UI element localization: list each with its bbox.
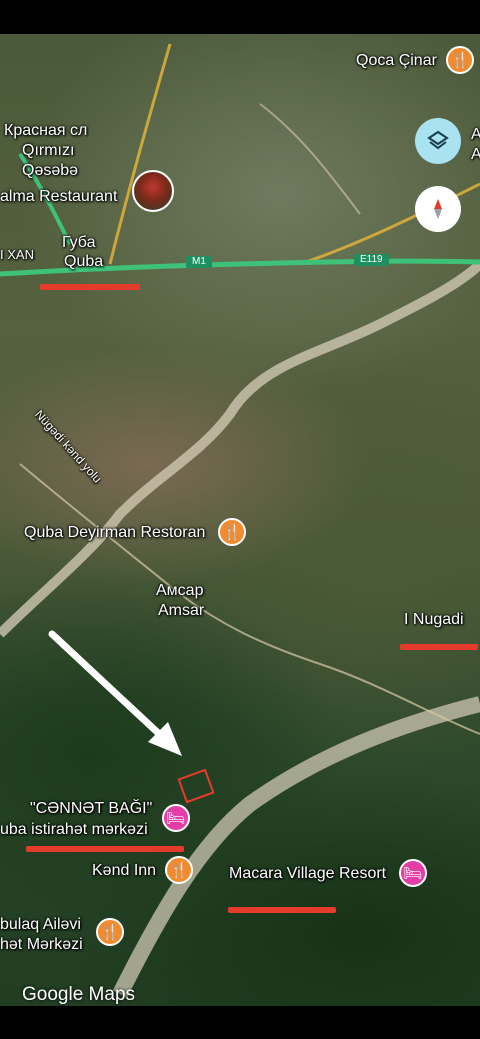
google-maps-logo: Google Maps — [22, 984, 136, 1005]
local-road — [19, 463, 480, 735]
target-plot — [177, 768, 215, 804]
place-label[interactable]: Qəsəbə — [22, 162, 78, 180]
white-arrow-icon — [48, 630, 182, 756]
compass-icon — [434, 199, 442, 219]
road-shield-m1: M1 — [186, 256, 212, 268]
poi-label[interactable]: "CƏNNƏT BAĞI" — [30, 800, 152, 818]
road-shield-e119: E119 — [354, 254, 389, 266]
bed-icon[interactable]: 🛏 — [399, 859, 427, 887]
fork-knife-icon[interactable]: 🍴 — [446, 46, 474, 74]
fork-knife-icon[interactable]: 🍴 — [96, 918, 124, 946]
local-road — [108, 43, 172, 265]
place-label: A — [471, 126, 480, 143]
red-underline — [26, 846, 184, 852]
place-label[interactable]: alma Restaurant — [0, 188, 117, 206]
screenshot-frame: M1 E119 Красная сл Qırmızı Qəsəbə alma R… — [0, 0, 480, 1039]
red-underline — [228, 907, 336, 913]
place-label[interactable]: Quba — [64, 253, 103, 271]
poi-label[interactable]: Quba Deyirman Restoran — [24, 524, 205, 542]
layers-icon — [427, 130, 449, 150]
red-underline — [40, 284, 140, 290]
place-label[interactable]: Губа — [62, 234, 95, 252]
place-label[interactable]: Красная сл — [4, 122, 87, 140]
compass-button[interactable] — [415, 186, 461, 232]
poi-label[interactable]: Kənd Inn — [92, 862, 156, 880]
place-label: A — [471, 146, 480, 163]
satellite-map[interactable]: M1 E119 Красная сл Qırmızı Qəsəbə alma R… — [0, 34, 480, 1006]
place-label[interactable]: Qırmızı — [22, 142, 74, 160]
poi-label[interactable]: uba istirahət mərkəzi — [0, 821, 148, 839]
place-label[interactable]: Amsar — [158, 602, 204, 620]
layers-button[interactable] — [415, 118, 461, 164]
poi-label[interactable]: Qoca Çinar — [356, 52, 437, 70]
place-label[interactable]: Амсар — [156, 582, 203, 600]
fork-knife-icon[interactable]: 🍴 — [218, 518, 246, 546]
poi-label[interactable]: bulaq Ailəvi — [0, 916, 81, 934]
poi-label[interactable]: hət Mərkəzi — [0, 936, 83, 954]
restaurant-photo-thumbnail[interactable] — [132, 170, 174, 212]
local-road — [259, 103, 361, 215]
poi-label[interactable]: Macara Village Resort — [229, 865, 386, 883]
place-label[interactable]: I Nugadi — [404, 611, 464, 629]
bed-icon[interactable]: 🛏 — [162, 804, 190, 832]
red-underline — [400, 644, 478, 650]
fork-knife-icon[interactable]: 🍴 — [165, 856, 193, 884]
place-label[interactable]: I XAN — [0, 246, 34, 264]
